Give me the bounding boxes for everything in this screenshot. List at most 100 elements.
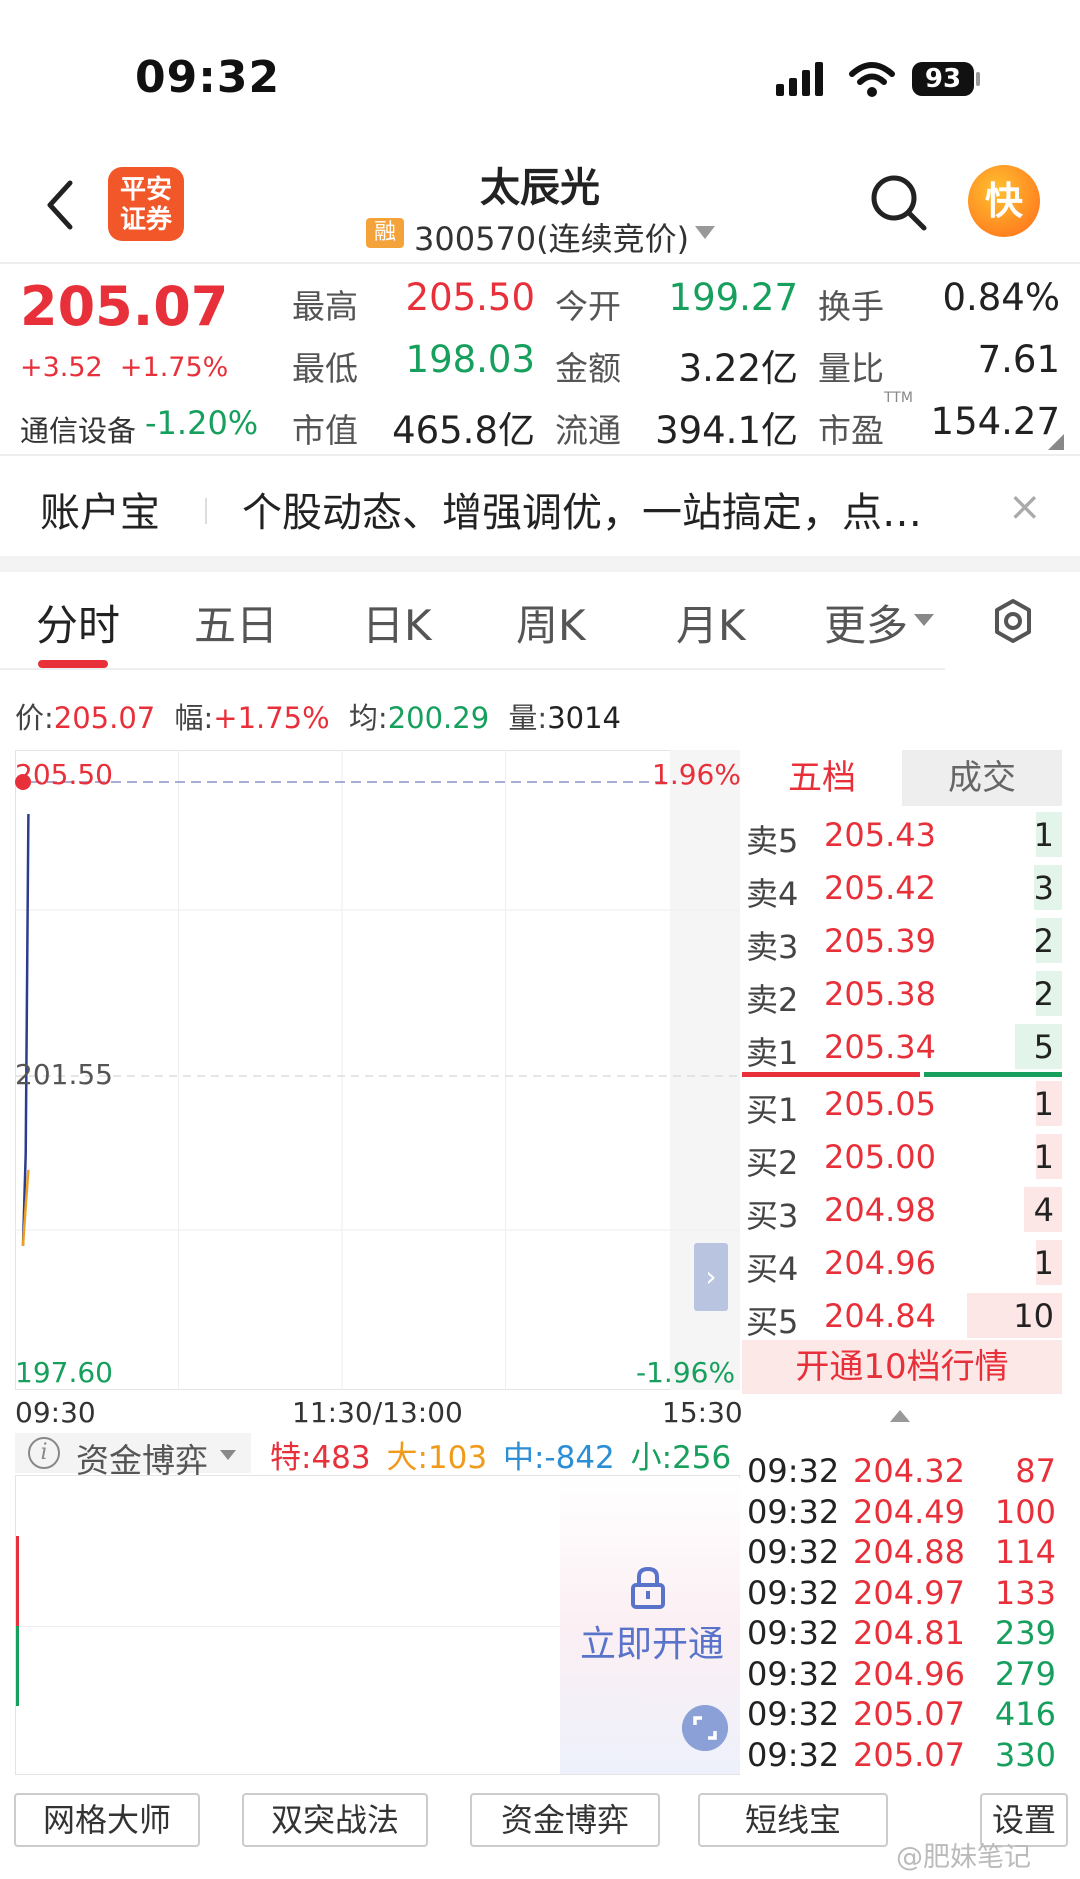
pe-value: 154.27 xyxy=(930,400,1060,443)
short-term-button[interactable]: 短线宝 xyxy=(698,1793,888,1847)
sector-change: -1.20% xyxy=(145,404,259,442)
banner-text: 个股动态、增强调优，一站搞定，点… xyxy=(242,490,922,536)
level-price: 205.34 xyxy=(824,1028,936,1066)
quick-trade-icon[interactable]: 快 xyxy=(968,165,1040,237)
divider xyxy=(0,454,1080,456)
close-icon[interactable]: × xyxy=(1008,484,1042,530)
watermark: @肥妹笔记 xyxy=(896,1842,1031,1873)
trade-price: 204.49 xyxy=(853,1492,965,1531)
battery-icon: 93 xyxy=(912,62,974,96)
ask-level[interactable]: 卖3 205.39 2 xyxy=(742,914,1062,967)
turnover-value: 0.84% xyxy=(942,276,1060,319)
open-label: 今开 xyxy=(555,287,621,326)
divider xyxy=(0,262,1080,264)
info-icon[interactable]: i xyxy=(28,1437,60,1469)
level-volume: 1 xyxy=(1033,1138,1054,1176)
avg-label: 均: xyxy=(348,701,388,735)
last-price: 205.07 xyxy=(20,275,229,338)
x-axis-end-label: 15:30 xyxy=(662,1396,743,1429)
unlock-now-button[interactable]: 立即开通 xyxy=(580,1615,724,1667)
banner-separator xyxy=(205,498,207,524)
level-price: 204.84 xyxy=(824,1297,936,1335)
capital-game-button[interactable]: 资金博弈 xyxy=(470,1793,660,1847)
ask-level[interactable]: 卖1 205.34 5 xyxy=(742,1020,1062,1073)
trade-row: 09:32 204.32 87 xyxy=(745,1452,1060,1492)
capital-stats: 特:483 大:103 中:-842 小:256 xyxy=(270,1432,731,1477)
bid-level[interactable]: 买4 204.96 1 xyxy=(742,1236,1062,1289)
trade-price: 204.32 xyxy=(853,1452,965,1490)
trade-time: 09:32 xyxy=(747,1735,840,1774)
tab-weekly-k[interactable]: 周K xyxy=(516,592,586,653)
tab-trades[interactable]: 成交 xyxy=(902,750,1062,806)
chart-grid xyxy=(15,750,740,1390)
amp-label: 幅: xyxy=(174,701,214,735)
level-volume: 1 xyxy=(1033,1085,1054,1123)
amount-label: 金额 xyxy=(555,349,621,388)
y-axis-top-label: 205.50 xyxy=(15,758,113,791)
signal-icon xyxy=(776,62,826,96)
bid-level[interactable]: 买5 204.84 10 xyxy=(742,1289,1062,1342)
ask-level[interactable]: 卖5 205.43 1 xyxy=(742,808,1062,861)
level-label: 卖2 xyxy=(746,981,799,1019)
divider xyxy=(0,668,945,670)
trade-volume: 239 xyxy=(994,1614,1056,1652)
tab-intraday[interactable]: 分时 xyxy=(36,592,120,653)
bid-level[interactable]: 买3 204.98 4 xyxy=(742,1183,1062,1236)
mcap-label: 市值 xyxy=(292,411,358,450)
expand-corner-icon[interactable] xyxy=(1048,434,1064,450)
price-change: +3.52 +1.75% xyxy=(20,352,229,383)
trade-time: 09:32 xyxy=(747,1614,840,1652)
trade-time: 09:32 xyxy=(747,1695,840,1733)
double-breakout-button[interactable]: 双突战法 xyxy=(242,1793,428,1847)
trade-price: 205.07 xyxy=(853,1735,965,1774)
pe-label: 市盈 xyxy=(818,411,884,450)
float-label: 流通 xyxy=(555,411,621,450)
fullscreen-icon[interactable] xyxy=(682,1705,728,1751)
amount-value: 3.22亿 xyxy=(678,347,798,390)
tab-five-day[interactable]: 五日 xyxy=(194,592,278,653)
sector-name[interactable]: 通信设备 xyxy=(20,408,136,450)
tab-daily-k[interactable]: 日K xyxy=(362,592,432,653)
tab-more[interactable]: 更多 xyxy=(824,592,908,653)
level-label: 卖1 xyxy=(746,1034,799,1072)
info-average: 200.29 xyxy=(387,701,490,735)
active-tab-indicator xyxy=(38,660,108,668)
intraday-info-line: 价:205.07 幅:+1.75% 均:200.29 量:3014 xyxy=(15,695,621,737)
chevron-down-icon[interactable] xyxy=(914,614,934,626)
small-flow: 小:256 xyxy=(630,1440,732,1476)
vol-label: 量: xyxy=(508,701,548,735)
intraday-chart-plot xyxy=(15,750,740,1390)
bid-ask-divider-green xyxy=(924,1072,1062,1077)
level-volume: 5 xyxy=(1033,1028,1054,1066)
trade-volume: 100 xyxy=(994,1492,1056,1531)
capital-bar-green xyxy=(16,1626,19,1706)
low-value: 198.03 xyxy=(405,338,535,381)
capital-bar-red xyxy=(16,1536,19,1626)
level-label: 买5 xyxy=(746,1303,799,1341)
ask-level[interactable]: 卖2 205.38 2 xyxy=(742,967,1062,1020)
tab-monthly-k[interactable]: 月K xyxy=(676,592,746,653)
search-icon[interactable] xyxy=(868,172,930,234)
grid-master-button[interactable]: 网格大师 xyxy=(14,1793,200,1847)
y-axis-bottom-label: 197.60 xyxy=(15,1356,113,1389)
stock-code[interactable]: 300570(连续竞价) xyxy=(414,214,689,260)
chevron-up-icon[interactable] xyxy=(890,1410,910,1422)
expand-chart-button[interactable]: › xyxy=(694,1243,728,1311)
bid-level[interactable]: 买1 205.05 1 xyxy=(742,1077,1062,1130)
upgrade-level10-button[interactable]: 开通10档行情 xyxy=(742,1340,1062,1394)
bid-level[interactable]: 买2 205.00 1 xyxy=(742,1130,1062,1183)
open-value: 199.27 xyxy=(668,276,798,319)
tab-order-book[interactable]: 五档 xyxy=(742,750,902,806)
chevron-down-icon[interactable] xyxy=(695,226,715,239)
info-amplitude: +1.75% xyxy=(213,701,330,735)
trade-price: 205.07 xyxy=(853,1695,965,1733)
chevron-down-icon[interactable] xyxy=(220,1450,236,1460)
float-value: 394.1亿 xyxy=(655,409,798,452)
super-large-flow: 特:483 xyxy=(270,1440,371,1476)
trade-volume: 114 xyxy=(994,1533,1056,1571)
trade-row: 09:32 204.49 100 xyxy=(745,1493,1060,1533)
gear-icon[interactable] xyxy=(990,598,1036,644)
ask-level[interactable]: 卖4 205.42 3 xyxy=(742,861,1062,914)
margin-badge: 融 xyxy=(366,218,404,248)
level-volume: 1 xyxy=(1033,1244,1054,1282)
